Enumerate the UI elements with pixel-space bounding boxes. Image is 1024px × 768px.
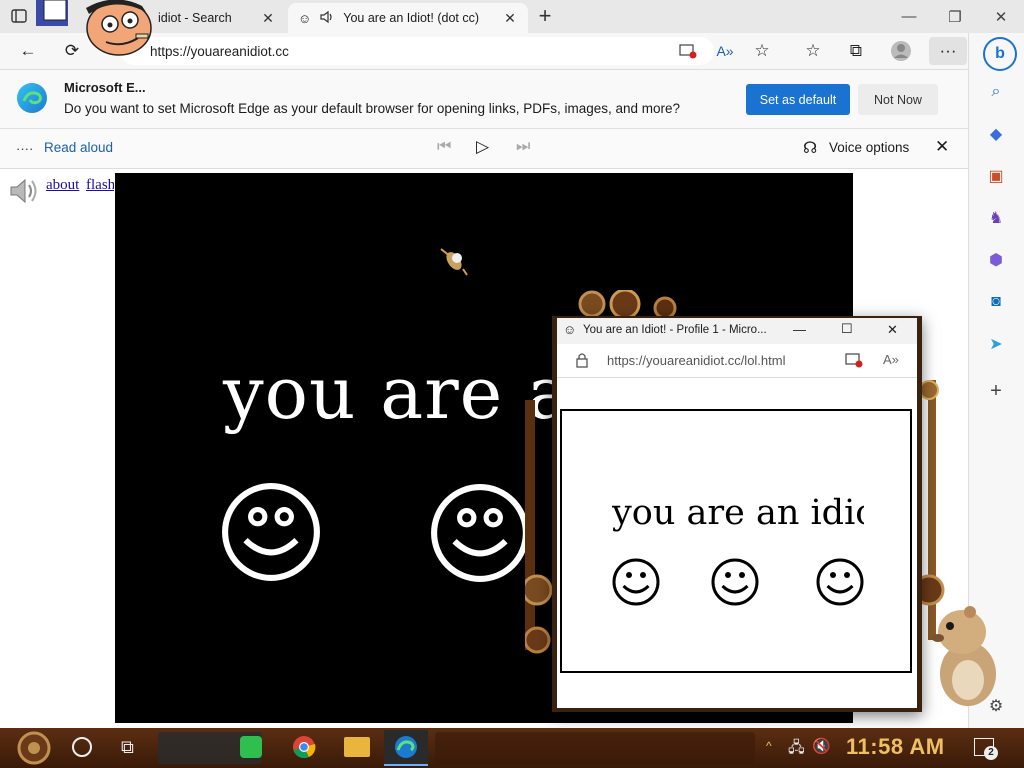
close-window-button[interactable]: ✕ bbox=[978, 0, 1024, 33]
smiley-face-icon bbox=[429, 482, 531, 584]
notification-count-badge: 2 bbox=[984, 746, 998, 760]
popup-headline: you are an idiot bbox=[612, 493, 864, 533]
smiley-face-icon bbox=[710, 557, 760, 607]
cortana-search-icon[interactable] bbox=[72, 737, 92, 757]
hamster-mascot-icon bbox=[926, 604, 1006, 708]
tools-briefcase-icon[interactable]: ▣ bbox=[983, 163, 1009, 189]
show-hidden-icons-button[interactable]: ^ bbox=[766, 739, 772, 753]
taskbar: ⧉ ^ 🖧 🔇 11:58 AM 2 bbox=[0, 728, 1024, 768]
url-text: https://youareanidiot.cc bbox=[150, 43, 289, 59]
smiley-face-icon bbox=[815, 557, 865, 607]
tab-actions-icon[interactable] bbox=[10, 7, 28, 25]
close-tab-icon[interactable]: ✕ bbox=[260, 10, 276, 27]
popup-titlebar[interactable]: ☺ You are an Idiot! - Profile 1 - Micro.… bbox=[557, 318, 917, 344]
dots-menu-icon[interactable]: ···· bbox=[16, 141, 33, 156]
blocked-popup-icon[interactable] bbox=[673, 37, 703, 65]
flash-link[interactable]: flash bbox=[86, 177, 114, 194]
voice-options-icon[interactable]: ☊ bbox=[803, 138, 817, 158]
tab-title: You are an Idiot! (dot cc) bbox=[343, 11, 480, 25]
popup-address-bar[interactable]: https://youareanidiot.cc/lol.html A» bbox=[557, 345, 917, 378]
settings-more-button[interactable]: ··· bbox=[929, 37, 967, 65]
read-aloud-bar: ···· Read aloud ⏮ ▷ ⏭ ☊ Voice options ✕ bbox=[0, 129, 968, 169]
notes-app-icon[interactable] bbox=[240, 736, 262, 758]
read-aloud-label: Read aloud bbox=[44, 140, 114, 155]
smiley-face-icon bbox=[611, 557, 661, 607]
tab-youareanidiot[interactable]: ☺ You are an Idiot! (dot cc) ✕ bbox=[288, 3, 528, 33]
profile-avatar[interactable] bbox=[886, 37, 916, 65]
bing-chat-icon[interactable]: b bbox=[983, 37, 1017, 71]
volume-muted-icon[interactable]: 🔇 bbox=[812, 737, 831, 755]
network-icon[interactable]: 🖧 bbox=[788, 737, 805, 762]
read-aloud-icon[interactable]: A» bbox=[883, 352, 899, 367]
popup-title: You are an Idiot! - Profile 1 - Micro... bbox=[583, 324, 767, 336]
edge-taskbar-icon[interactable] bbox=[384, 730, 428, 766]
edge-logo-icon bbox=[16, 82, 48, 114]
new-tab-button[interactable]: + bbox=[534, 5, 556, 27]
popup-window[interactable]: ☺ You are an Idiot! - Profile 1 - Micro.… bbox=[552, 316, 922, 712]
chrome-icon[interactable] bbox=[292, 735, 316, 759]
tab-title: idiot - Search bbox=[158, 11, 232, 25]
start-button[interactable] bbox=[14, 731, 54, 765]
voice-options-label[interactable]: Voice options bbox=[829, 140, 909, 155]
add-sidebar-app-icon[interactable]: + bbox=[983, 378, 1009, 404]
tab-strip: idiot - Search ✕ ☺ You are an Idiot! (do… bbox=[0, 0, 1024, 56]
taskbar-clock[interactable]: 11:58 AM bbox=[846, 734, 945, 760]
cartoon-character-icon bbox=[34, 0, 154, 58]
taskbar-strip bbox=[435, 732, 755, 764]
favorites-icon[interactable]: ☆ bbox=[798, 37, 828, 65]
popup-close-button[interactable]: ✕ bbox=[887, 322, 898, 338]
search-icon[interactable]: ⌕ bbox=[983, 79, 1009, 105]
speaker-image-icon bbox=[8, 176, 40, 206]
smiley-face-icon bbox=[220, 481, 322, 583]
smiley-favicon-icon: ☺ bbox=[298, 10, 312, 26]
play-button[interactable]: ▷ bbox=[476, 137, 489, 157]
smiley-favicon-icon: ☺ bbox=[563, 322, 577, 337]
set-as-default-button[interactable]: Set as default bbox=[746, 84, 850, 115]
next-icon[interactable]: ⏭ bbox=[516, 138, 530, 156]
not-now-button[interactable]: Not Now bbox=[858, 84, 938, 115]
add-favorite-icon[interactable]: ☆ bbox=[747, 37, 777, 65]
address-bar[interactable]: https://youareanidiot.cc bbox=[120, 37, 714, 65]
speaker-icon[interactable] bbox=[319, 9, 335, 28]
previous-icon[interactable]: ⏮ bbox=[437, 138, 451, 156]
banner-message: Do you want to set Microsoft Edge as you… bbox=[64, 101, 681, 116]
popup-url: https://youareanidiot.cc/lol.html bbox=[607, 353, 786, 368]
microsoft-365-icon[interactable]: ⬢ bbox=[983, 247, 1009, 273]
banner-title: Microsoft E... bbox=[64, 80, 146, 95]
file-explorer-icon[interactable] bbox=[344, 737, 370, 757]
task-view-icon[interactable]: ⧉ bbox=[121, 737, 134, 758]
blocked-popup-icon[interactable] bbox=[845, 352, 863, 371]
about-link[interactable]: about bbox=[46, 177, 79, 194]
outlook-icon[interactable]: ◙ bbox=[983, 289, 1009, 315]
games-chess-icon[interactable]: ♞ bbox=[983, 205, 1009, 231]
shopping-tag-icon[interactable]: ◆ bbox=[983, 121, 1009, 147]
minimize-button[interactable]: — bbox=[886, 0, 932, 33]
read-aloud-icon[interactable]: A» bbox=[710, 37, 740, 65]
collections-icon[interactable]: ⧉ bbox=[841, 37, 871, 65]
restore-button[interactable]: ❐ bbox=[932, 0, 978, 33]
popup-maximize-button[interactable]: ☐ bbox=[841, 321, 853, 337]
popup-minimize-button[interactable]: — bbox=[793, 322, 806, 337]
close-read-aloud-icon[interactable]: ✕ bbox=[935, 137, 949, 157]
moth-sprite-icon bbox=[437, 245, 471, 277]
lock-icon bbox=[575, 352, 589, 371]
close-tab-icon[interactable]: ✕ bbox=[502, 10, 518, 27]
popup-content-frame: you are an idiot bbox=[560, 409, 912, 673]
drop-send-icon[interactable]: ➤ bbox=[983, 331, 1009, 357]
